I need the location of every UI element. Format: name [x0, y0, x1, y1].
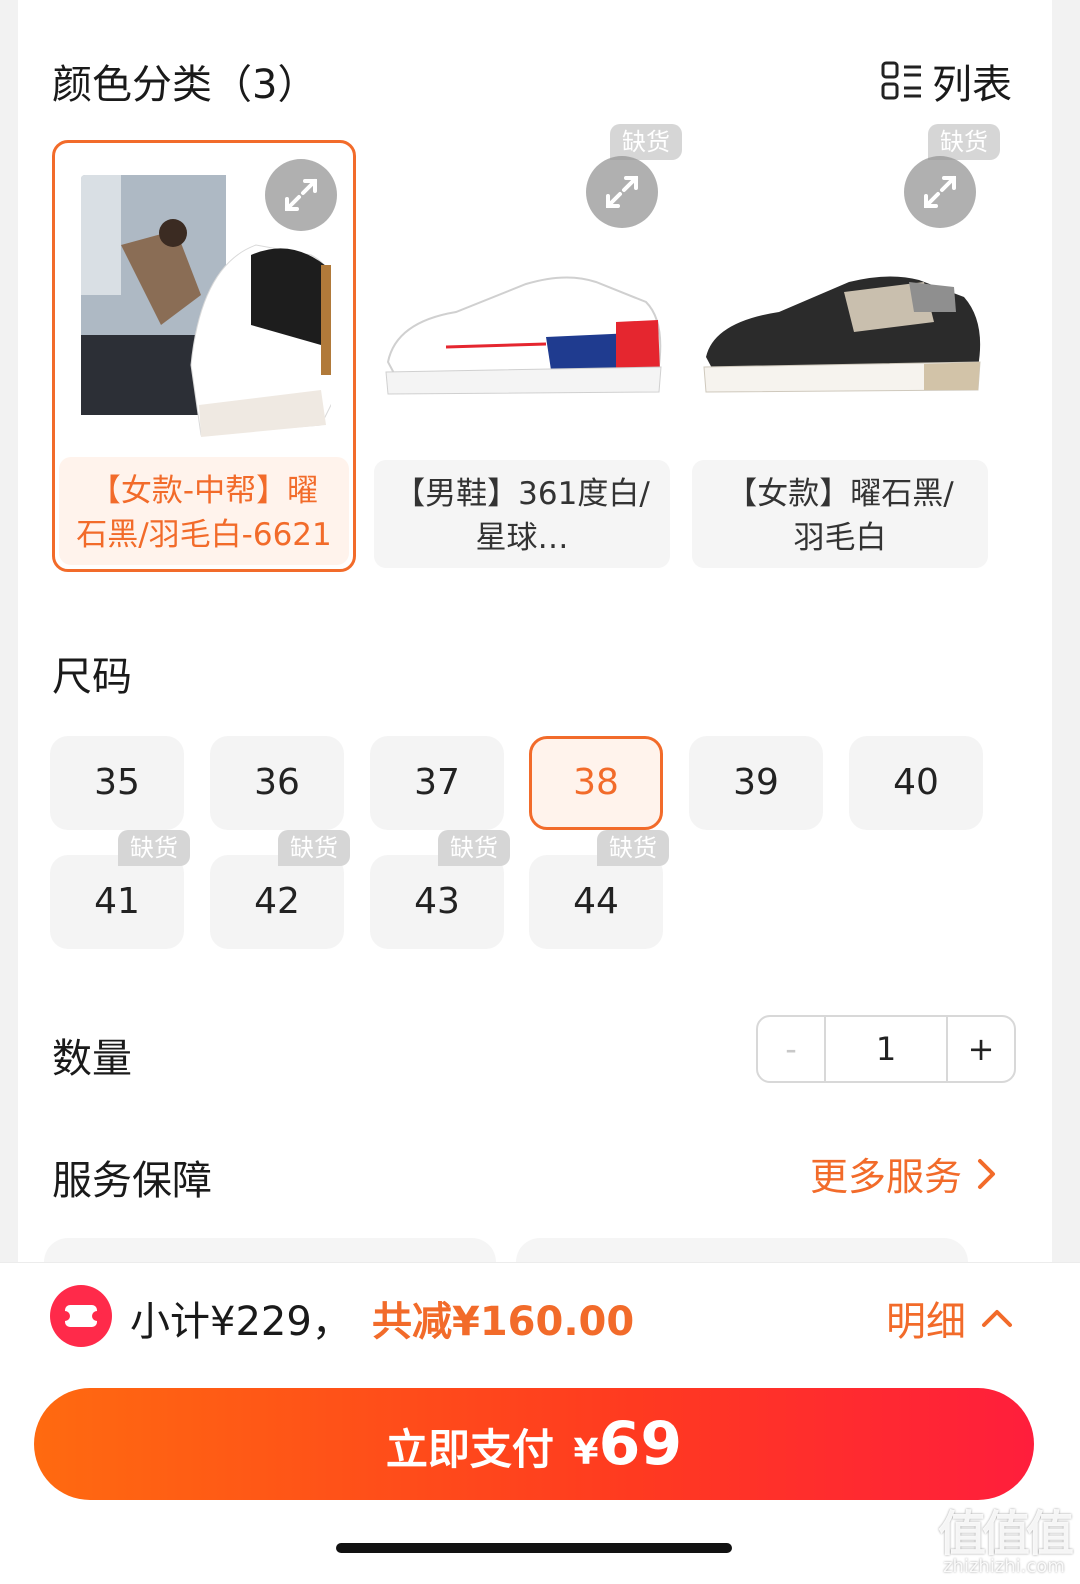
- expand-icon: [285, 179, 317, 211]
- list-icon: [881, 61, 921, 100]
- home-indicator: [336, 1543, 732, 1553]
- pay-now-label: 立即支付: [385, 1425, 554, 1474]
- color-option-label-line: 星球…: [475, 520, 569, 556]
- out-of-stock-tag: 缺货: [928, 124, 1000, 160]
- color-option-label-line: 【男鞋】361度白/: [394, 476, 650, 512]
- color-option-label-2: 【男鞋】361度白/ 星球…: [374, 460, 670, 568]
- color-option-label-1: 【女款-中帮】曜 石黑/羽毛白-6621: [59, 457, 349, 565]
- watermark-domain: zhizhizhi.com: [943, 1556, 1065, 1577]
- size-option-44[interactable]: 44: [529, 855, 663, 949]
- watermark: 值值值 zhizhizhi.com: [937, 1506, 1074, 1577]
- coupon-icon: [50, 1285, 112, 1347]
- list-toggle-label: 列表: [932, 62, 1012, 108]
- more-services-label: 更多服务: [810, 1155, 963, 1199]
- more-services-link[interactable]: 更多服务: [810, 1146, 998, 1201]
- watermark-logo: 值值值: [937, 1506, 1074, 1562]
- quantity-increment-button[interactable]: +: [946, 1017, 1014, 1081]
- pay-currency: ¥: [573, 1432, 599, 1473]
- color-option-label-3: 【女款】曜石黑/ 羽毛白: [692, 460, 988, 568]
- service-section-title: 服务保障: [52, 1158, 212, 1204]
- pay-amount: 69: [598, 1409, 683, 1479]
- color-section-title: 颜色分类（3）: [52, 62, 318, 108]
- chevron-right-icon: [978, 1158, 996, 1189]
- discount-text: 共减¥160.00: [372, 1299, 635, 1345]
- color-option-2[interactable]: 缺货 【男鞋】361度白/ 星球…: [370, 124, 682, 572]
- expand-icon: [924, 176, 956, 208]
- color-option-label-line: 【女款】曜石黑/: [726, 476, 954, 512]
- color-option-1[interactable]: 【女款-中帮】曜 石黑/羽毛白-6621: [52, 140, 356, 572]
- size-out-of-stock-tag: 缺货: [278, 830, 350, 866]
- chevron-up-icon: [982, 1310, 1012, 1327]
- checkout-footer: 小计¥229， 共减¥160.00 明细 立即支付 ¥69 值值值 zhizhi…: [0, 1262, 1080, 1584]
- list-toggle-button[interactable]: 列表: [880, 52, 1012, 110]
- color-option-label-line: 羽毛白: [793, 520, 887, 556]
- size-option-36[interactable]: 36: [210, 736, 344, 830]
- size-out-of-stock-tag: 缺货: [118, 830, 190, 866]
- detail-label: 明细: [886, 1299, 966, 1345]
- quantity-value[interactable]: 1: [826, 1017, 946, 1081]
- quantity-decrement-button[interactable]: -: [758, 1017, 826, 1081]
- color-option-label-line: 石黑/羽毛白-6621: [76, 517, 332, 553]
- size-out-of-stock-tag: 缺货: [438, 830, 510, 866]
- price-detail-toggle[interactable]: 明细: [886, 1289, 1014, 1347]
- expand-icon: [606, 176, 638, 208]
- expand-image-button-2[interactable]: [586, 156, 658, 228]
- quantity-section-title: 数量: [52, 1036, 132, 1082]
- expand-image-button-1[interactable]: [265, 159, 337, 231]
- expand-image-button-3[interactable]: [904, 156, 976, 228]
- color-option-label-line: 【女款-中帮】曜: [89, 473, 319, 509]
- color-option-3[interactable]: 缺货 【女款】曜石黑/ 羽毛白: [688, 124, 1000, 572]
- sku-sheet: 颜色分类（3） 列表 【女款-中帮】曜 石黑/羽毛白-6621 缺货 【男鞋】3…: [18, 0, 1052, 1298]
- size-option-35[interactable]: 35: [50, 736, 184, 830]
- size-option-42[interactable]: 42: [210, 855, 344, 949]
- size-section-title: 尺码: [52, 654, 132, 700]
- quantity-stepper[interactable]: - 1 +: [756, 1015, 1016, 1083]
- size-option-43[interactable]: 43: [370, 855, 504, 949]
- size-option-38[interactable]: 38: [529, 736, 663, 830]
- size-option-40[interactable]: 40: [849, 736, 983, 830]
- size-option-41[interactable]: 41: [50, 855, 184, 949]
- subtotal-text: 小计¥229，: [130, 1299, 352, 1345]
- size-out-of-stock-tag: 缺货: [597, 830, 669, 866]
- size-option-39[interactable]: 39: [689, 736, 823, 830]
- out-of-stock-tag: 缺货: [610, 124, 682, 160]
- pay-now-button[interactable]: 立即支付 ¥69: [34, 1388, 1034, 1500]
- size-option-37[interactable]: 37: [370, 736, 504, 830]
